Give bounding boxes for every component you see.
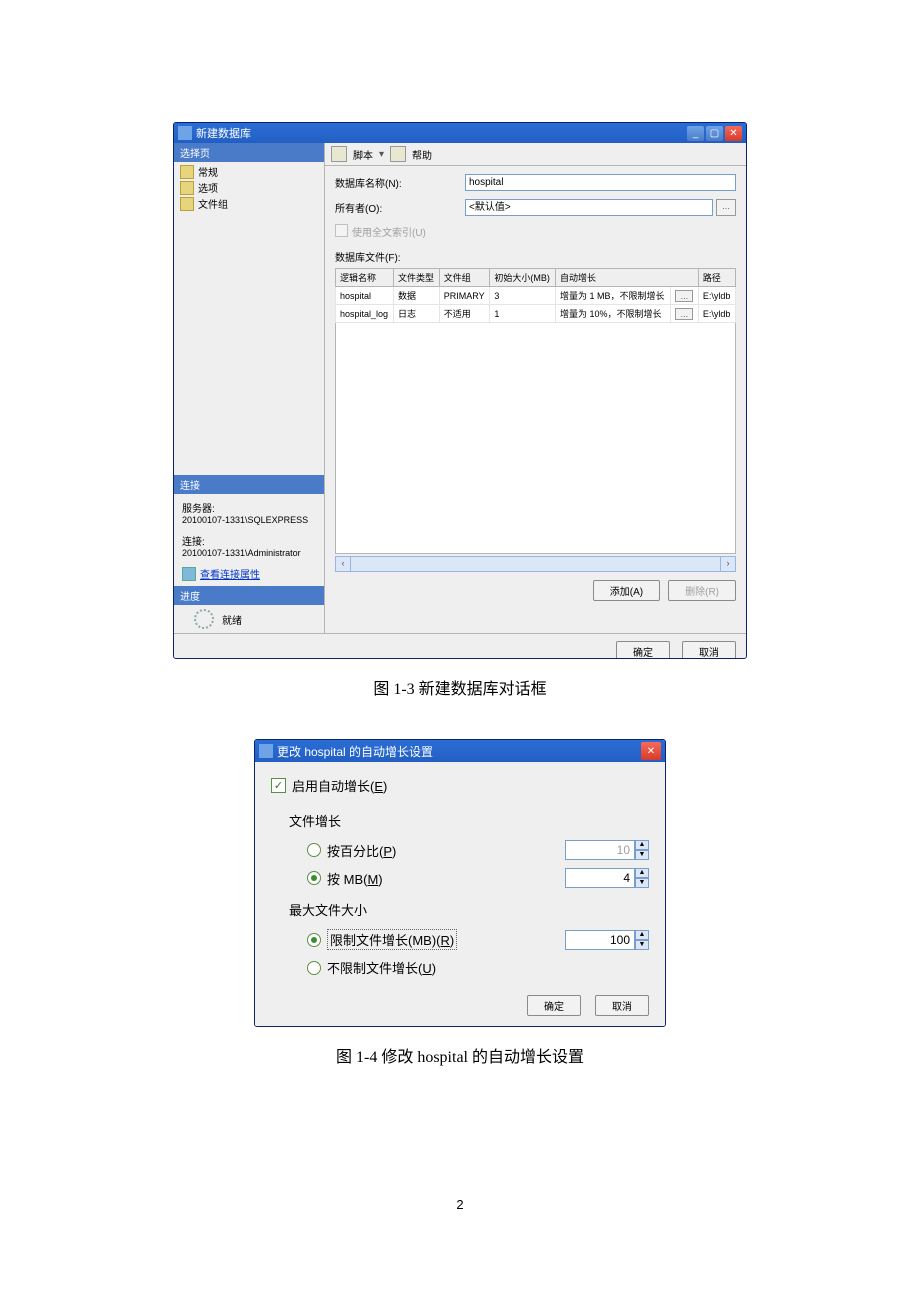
- ready-icon: [194, 609, 214, 629]
- titlebar: 更改 hospital 的自动增长设置 ✕: [255, 740, 665, 762]
- radio-icon: [307, 961, 321, 975]
- add-button[interactable]: 添加(A): [593, 580, 660, 601]
- table-row[interactable]: hospital_log 日志 不适用 1 增量为 10%，不限制增长 ... …: [336, 305, 736, 323]
- figure-caption-1: 图 1-3 新建数据库对话框: [0, 675, 920, 699]
- col-type[interactable]: 文件类型: [393, 269, 439, 287]
- growth-edit-button[interactable]: ...: [675, 308, 693, 320]
- page-icon: [180, 197, 194, 211]
- max-size-label: 最大文件大小: [289, 900, 649, 919]
- col-growth[interactable]: 自动增长: [555, 269, 698, 287]
- fulltext-checkbox: 使用全文索引(U): [335, 224, 736, 239]
- spin-down-button[interactable]: ▼: [635, 878, 649, 888]
- col-name[interactable]: 逻辑名称: [336, 269, 394, 287]
- figure-caption-2: 图 1-4 修改 hospital 的自动增长设置: [0, 1043, 920, 1067]
- spin-up-button[interactable]: ▲: [635, 930, 649, 940]
- growth-edit-button[interactable]: ...: [675, 290, 693, 302]
- limit-growth-radio[interactable]: 限制文件增长(MB)(R): [307, 929, 457, 950]
- connection-value: 20100107-1331\Administrator: [182, 548, 316, 558]
- delete-button: 删除(R): [668, 580, 736, 601]
- ok-button[interactable]: 确定: [527, 995, 581, 1016]
- db-name-label: 数据库名称(N):: [335, 175, 465, 190]
- files-grid[interactable]: 逻辑名称 文件类型 文件组 初始大小(MB) 自动增长 路径 hospital …: [325, 268, 746, 323]
- col-size[interactable]: 初始大小(MB): [490, 269, 556, 287]
- checkbox-icon: [335, 224, 348, 237]
- titlebar: 新建数据库 _ ▢ ✕: [174, 123, 746, 143]
- script-button[interactable]: 脚本: [353, 147, 373, 162]
- select-pages-header: 选择页: [174, 143, 324, 162]
- spin-down-button: ▼: [635, 850, 649, 860]
- owner-input[interactable]: <默认值>: [465, 199, 713, 216]
- grid-empty-area: [335, 323, 736, 554]
- unlimited-growth-radio[interactable]: 不限制文件增长(U): [307, 958, 436, 977]
- page-icon: [180, 181, 194, 195]
- page-list: 常规 选项 文件组: [174, 162, 324, 214]
- radio-icon: [307, 871, 321, 885]
- table-row[interactable]: hospital 数据 PRIMARY 3 增量为 1 MB，不限制增长 ...…: [336, 287, 736, 305]
- enable-autogrowth-checkbox[interactable]: ✓ 启用自动增长(E): [271, 776, 649, 795]
- view-connection-props-link[interactable]: 查看连接属性: [200, 566, 260, 581]
- minimize-button[interactable]: _: [687, 126, 704, 141]
- help-icon: [390, 146, 406, 162]
- percent-spinner: 10 ▲▼: [565, 840, 649, 860]
- dialog-icon: [178, 126, 192, 140]
- spin-up-button[interactable]: ▲: [635, 868, 649, 878]
- by-percent-radio[interactable]: 按百分比(P): [307, 841, 396, 860]
- script-icon: [331, 146, 347, 162]
- spin-down-button[interactable]: ▼: [635, 940, 649, 950]
- left-panel: 选择页 常规 选项 文件组 连接 服务器: 20100107-1331\SQLE…: [174, 143, 325, 633]
- dialog-title: 更改 hospital 的自动增长设置: [277, 743, 433, 760]
- owner-label: 所有者(O):: [335, 200, 465, 215]
- document-page: 新建数据库 _ ▢ ✕ 选择页 常规 选项 文件组 连接 服务器: 201001…: [0, 0, 920, 1212]
- files-label: 数据库文件(F):: [335, 249, 736, 264]
- progress-header: 进度: [174, 586, 324, 605]
- props-icon: [182, 567, 196, 581]
- radio-icon: [307, 933, 321, 947]
- horizontal-scrollbar[interactable]: ‹ ›: [335, 556, 736, 572]
- col-path[interactable]: 路径: [698, 269, 735, 287]
- cancel-button[interactable]: 取消: [682, 641, 736, 659]
- db-name-input[interactable]: hospital: [465, 174, 736, 191]
- owner-browse-button[interactable]: ...: [716, 199, 736, 216]
- dialog-footer: 确定 取消: [174, 633, 746, 659]
- sidebar-item-general[interactable]: 常规: [180, 164, 318, 180]
- dialog-toolbar: 脚本 ▾ 帮助: [325, 143, 746, 166]
- dialog-icon: [259, 744, 273, 758]
- sidebar-item-filegroups[interactable]: 文件组: [180, 196, 318, 212]
- spin-up-button: ▲: [635, 840, 649, 850]
- ok-button[interactable]: 确定: [616, 641, 670, 659]
- scroll-left-button[interactable]: ‹: [335, 556, 351, 572]
- file-growth-label: 文件增长: [289, 811, 649, 830]
- cancel-button[interactable]: 取消: [595, 995, 649, 1016]
- help-button[interactable]: 帮助: [412, 147, 432, 162]
- close-button[interactable]: ✕: [725, 126, 742, 141]
- right-panel: 脚本 ▾ 帮助 数据库名称(N): hospital 所有者(O): <默认值>…: [325, 143, 746, 633]
- mb-spinner[interactable]: 4 ▲▼: [565, 868, 649, 888]
- page-number: 2: [0, 1197, 920, 1212]
- checkbox-icon: ✓: [271, 778, 286, 793]
- close-button[interactable]: ✕: [641, 742, 661, 760]
- server-value: 20100107-1331\SQLEXPRESS: [182, 515, 316, 525]
- progress-ready: 就绪: [174, 605, 324, 633]
- dialog-title: 新建数据库: [196, 125, 251, 141]
- connection-header: 连接: [174, 475, 324, 494]
- maximize-button[interactable]: ▢: [706, 126, 723, 141]
- scroll-right-button[interactable]: ›: [720, 556, 736, 572]
- sidebar-item-options[interactable]: 选项: [180, 180, 318, 196]
- connection-label: 连接:: [182, 533, 316, 548]
- server-label: 服务器:: [182, 500, 316, 515]
- col-group[interactable]: 文件组: [439, 269, 490, 287]
- autogrowth-dialog: 更改 hospital 的自动增长设置 ✕ ✓ 启用自动增长(E) 文件增长 按…: [254, 739, 666, 1027]
- limit-spinner[interactable]: 100 ▲▼: [565, 930, 649, 950]
- page-icon: [180, 165, 194, 179]
- by-mb-radio[interactable]: 按 MB(M): [307, 869, 383, 888]
- new-database-dialog: 新建数据库 _ ▢ ✕ 选择页 常规 选项 文件组 连接 服务器: 201001…: [173, 122, 747, 659]
- radio-icon: [307, 843, 321, 857]
